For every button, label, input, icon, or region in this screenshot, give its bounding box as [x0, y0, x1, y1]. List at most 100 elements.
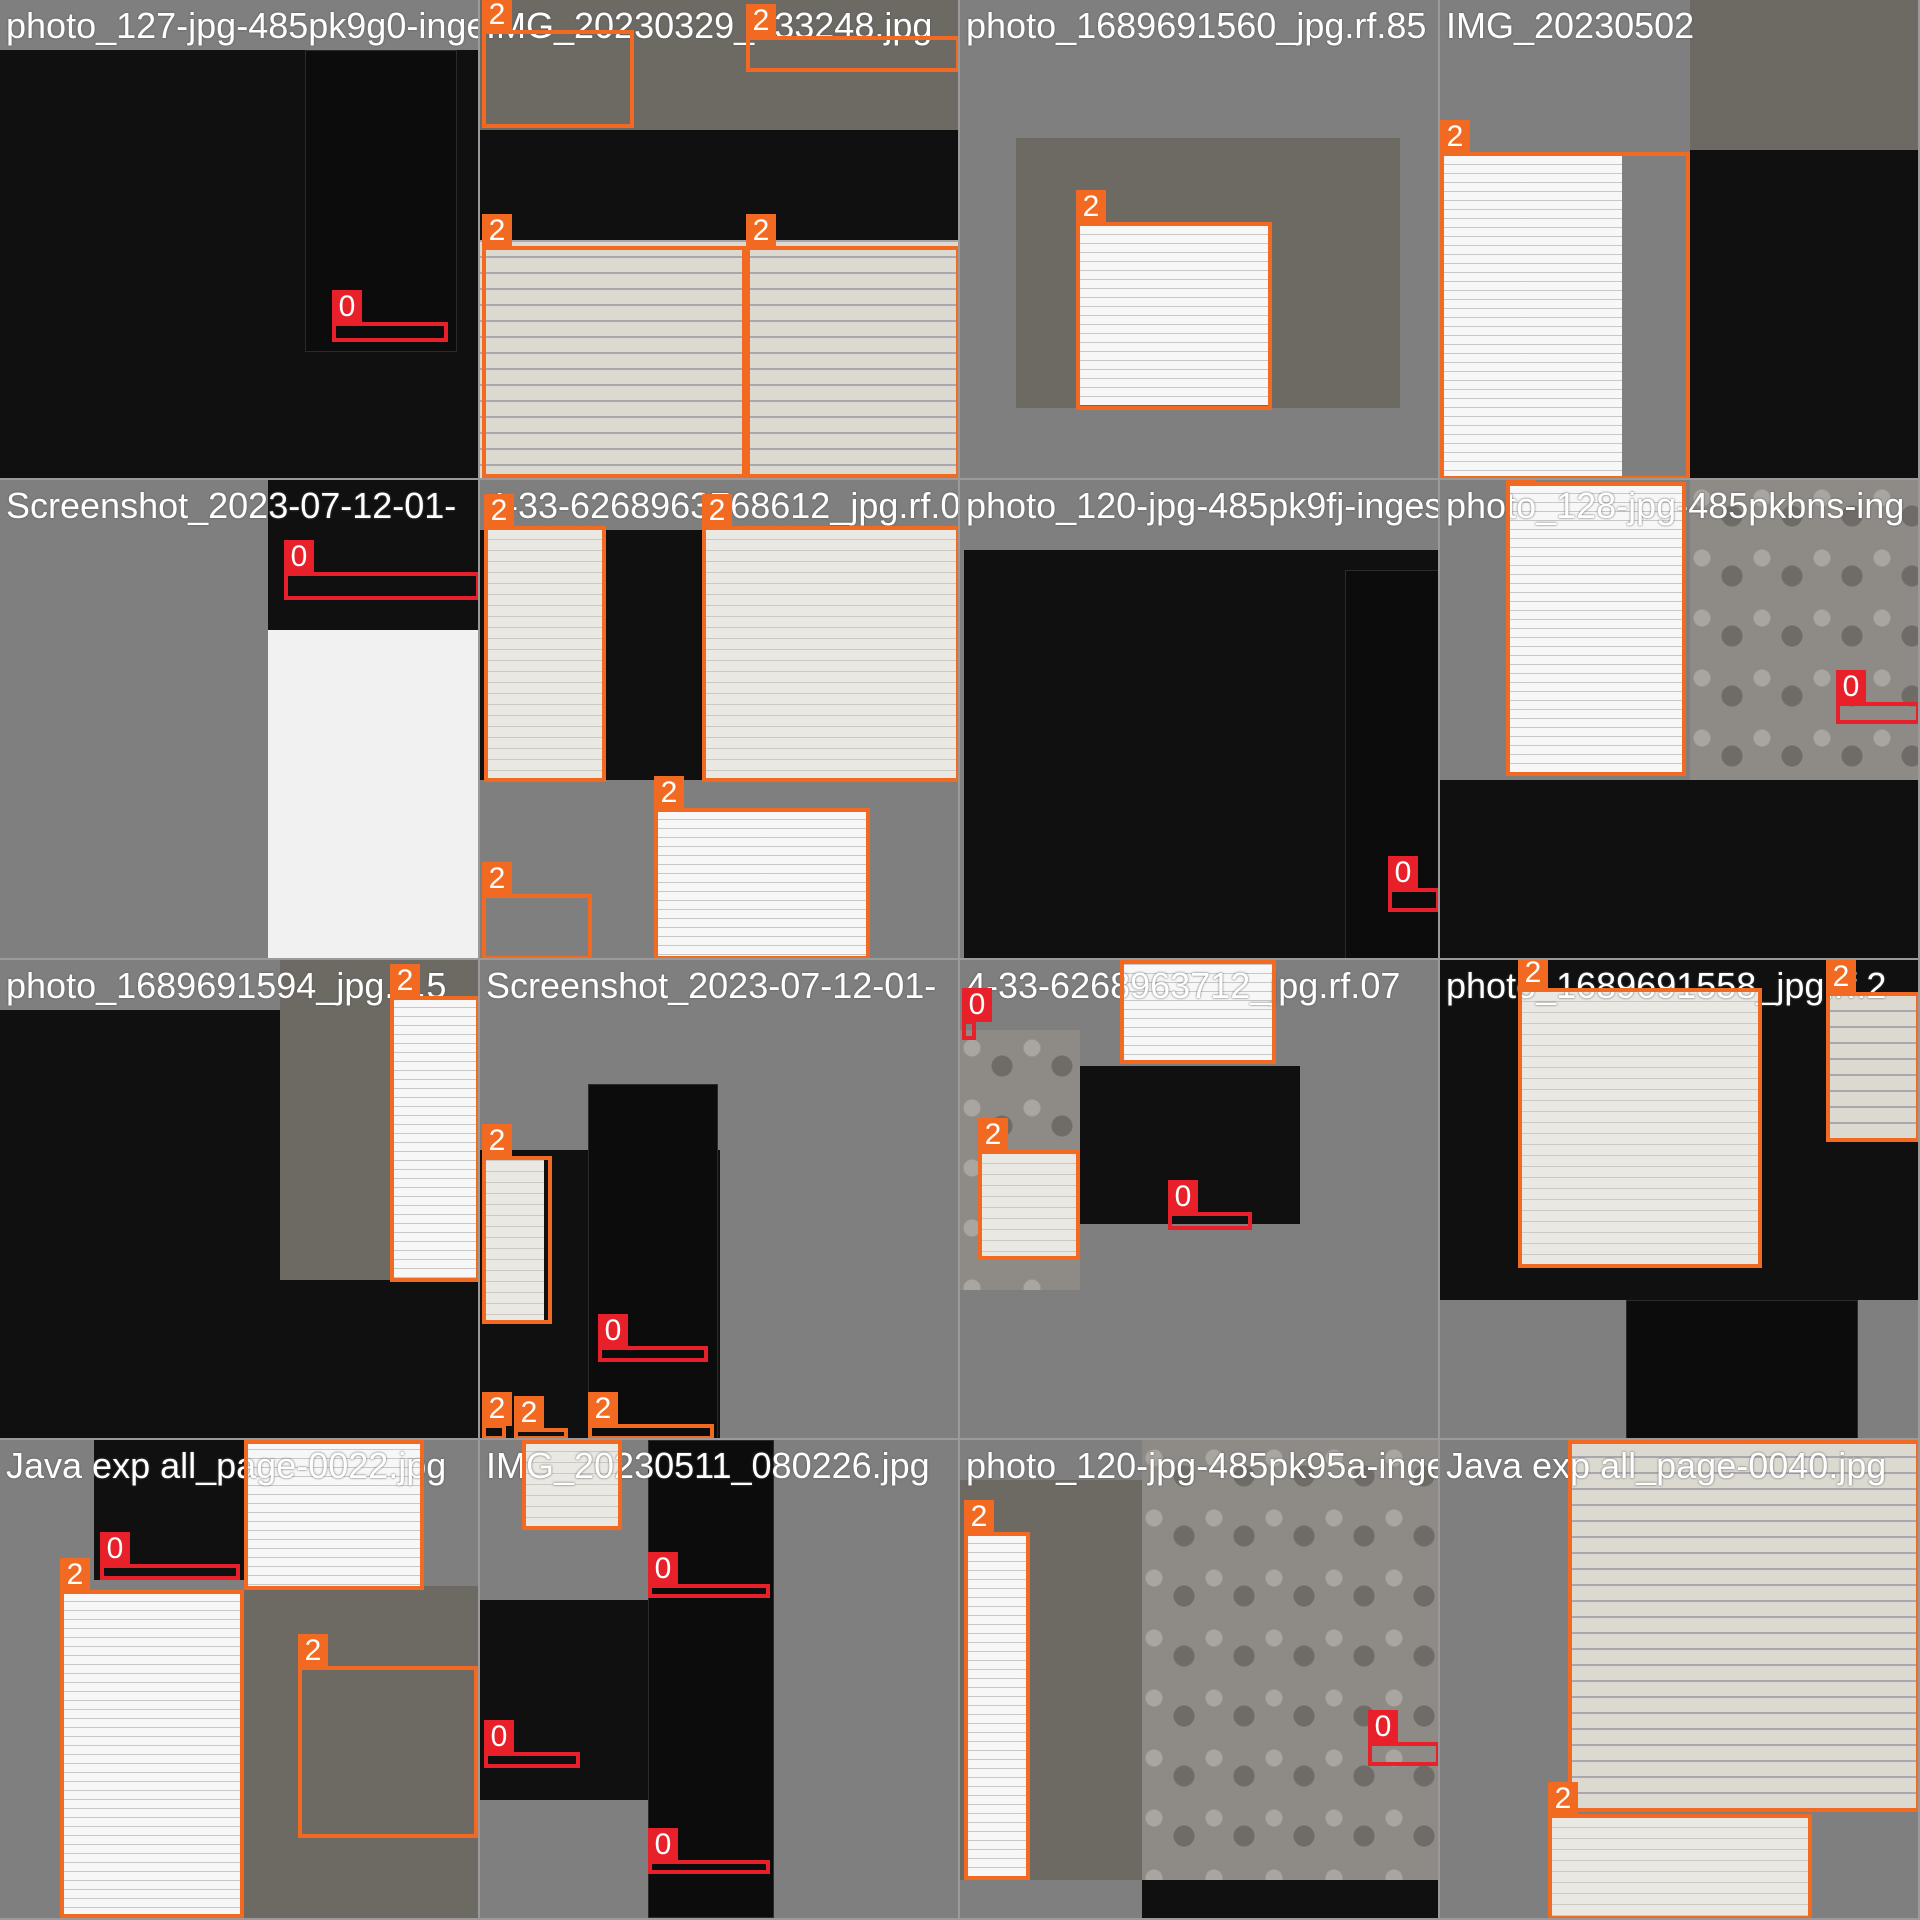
bbox: 2 — [298, 1634, 478, 1838]
bbox: 2 — [1518, 960, 1762, 1268]
bbox: 2 — [1506, 480, 1686, 776]
mosaic-tile: IMG_20230502 2 — [1440, 0, 1920, 480]
bbox: 2 — [244, 1440, 424, 1590]
bbox-label: 0 — [1168, 1180, 1198, 1214]
phone-screen — [305, 50, 457, 352]
photo-region — [480, 130, 958, 240]
bbox-label: 0 — [1368, 1710, 1398, 1744]
photo-region — [268, 630, 478, 958]
bbox-label: 0 — [962, 988, 992, 1022]
photo-region — [0, 1280, 478, 1438]
photo-region — [480, 1600, 648, 1800]
bbox: 2 — [702, 494, 958, 782]
tile-title: photo_120-jpg-485pk9fj-ingest — [966, 485, 1440, 526]
mosaic-tile: photo_120-jpg-485pk95a-ingestion 2 0 — [960, 1440, 1440, 1920]
bbox-label: 2 — [1568, 1440, 1598, 1442]
bbox: 2 — [482, 1124, 552, 1324]
bbox-label: 2 — [1506, 480, 1536, 484]
mosaic-tile: photo_1689691558_jpg.rf.2 2 2 — [1440, 960, 1920, 1440]
bbox: 0 — [1168, 1180, 1252, 1230]
bbox-label: 2 — [482, 1392, 512, 1426]
mosaic-tile: IMG_20230329_133248.jpg 2 2 2 2 — [480, 0, 960, 480]
bbox-label: 2 — [1548, 1782, 1578, 1816]
bbox: 2 — [484, 494, 606, 782]
bbox-label: 2 — [60, 1558, 90, 1592]
bbox: 2 — [746, 4, 958, 72]
bbox: 2 — [1548, 1782, 1812, 1918]
bbox: 0 — [648, 1552, 770, 1598]
bbox: 2 — [978, 1118, 1080, 1260]
mosaic-tile: Screenshot_2023-07-12-01- 2 0 2 2 2 — [480, 960, 960, 1440]
mosaic-tile: photo_1689691594_jpg.rf.5 2 — [0, 960, 480, 1440]
tile-title: IMG_20230502 — [1446, 5, 1695, 46]
mosaic-tile: photo_1689691560_jpg.rf.85 2 — [960, 0, 1440, 480]
bbox: 2 — [390, 964, 478, 1282]
tile-title: photo_1689691594_jpg.rf.5 — [6, 965, 447, 1006]
bbox-label: 2 — [964, 1500, 994, 1534]
bbox: 2 — [588, 1392, 714, 1438]
bbox-label: 2 — [482, 1124, 512, 1158]
bbox: 0 — [484, 1720, 580, 1768]
bbox: 2 — [1076, 190, 1272, 410]
bbox-label: 2 — [1826, 960, 1856, 994]
bbox: 2 — [964, 1500, 1030, 1880]
bbox-label: 2 — [244, 1440, 274, 1442]
bbox-label: 0 — [598, 1314, 628, 1348]
mosaic-tile: Screenshot_2023-07-12-01- 0 — [0, 480, 480, 960]
photo-region — [1440, 780, 1918, 958]
bbox-label: 2 — [978, 1118, 1008, 1152]
bbox-label: 0 — [1836, 670, 1866, 704]
mosaic-tile: IMG_20230511_080226.jpg 2 0 0 0 — [480, 1440, 960, 1920]
tile-title: Screenshot_2023-07-12-01- — [6, 485, 457, 526]
photo-region — [1142, 1880, 1438, 1918]
bbox-label: 2 — [522, 1440, 552, 1442]
bbox-label: 2 — [702, 494, 732, 528]
mosaic-tile: 4-33-6268963712_jpg.rf.07 0 2 2 0 — [960, 960, 1440, 1440]
bbox: 2 — [1826, 960, 1918, 1142]
bbox: 0 — [648, 1828, 770, 1874]
bbox: 2 — [522, 1440, 622, 1530]
phone-screen — [1626, 1300, 1858, 1438]
phone-screen — [588, 1084, 718, 1438]
photo-region — [1142, 1440, 1438, 1880]
bbox: 2 — [746, 214, 958, 478]
mosaic-tile: photo_128-jpg-485pkbns-ing 2 0 — [1440, 480, 1920, 960]
bbox: 2 — [514, 1396, 568, 1438]
mosaic-tile: photo_127-jpg-485pk9g0-ingestion-7240329… — [0, 0, 480, 480]
bbox: 0 — [962, 988, 992, 1040]
bbox: 2 — [482, 862, 592, 958]
bbox: 2 — [482, 1392, 512, 1438]
bbox-label: 0 — [332, 290, 362, 324]
bbox-label: 0 — [648, 1828, 678, 1862]
bbox-label: 2 — [1440, 120, 1470, 154]
bbox: 2 — [482, 0, 634, 128]
tile-title: Screenshot_2023-07-12-01- — [486, 965, 937, 1006]
photo-region — [1690, 0, 1918, 150]
bbox-label: 0 — [284, 540, 314, 574]
tile-title: photo_127-jpg-485pk9g0-ingestion-7240329… — [6, 5, 478, 46]
mosaic-tile: 4-33-6268963768612_jpg.rf.05 2 2 2 2 — [480, 480, 960, 960]
bbox: 0 — [1836, 670, 1918, 724]
mosaic-grid: photo_127-jpg-485pk9g0-ingestion-7240329… — [0, 0, 1920, 1920]
bbox: 0 — [1388, 856, 1438, 912]
bbox-label: 2 — [1076, 190, 1106, 224]
mosaic-tile: Java exp all_page-0040.jpg 2 2 — [1440, 1440, 1920, 1920]
photo-region — [1690, 150, 1918, 478]
bbox: 2 — [1120, 960, 1276, 1064]
bbox: 2 — [1568, 1440, 1918, 1812]
bbox-label: 0 — [648, 1552, 678, 1586]
bbox-label: 0 — [100, 1532, 130, 1566]
bbox-label: 2 — [1120, 960, 1150, 962]
tile-title: photo_1689691560_jpg.rf.85 — [966, 5, 1427, 46]
bbox-label: 2 — [514, 1396, 544, 1430]
mosaic-tile: Java exp all_page-0022.jpg 2 0 2 2 — [0, 1440, 480, 1920]
bbox-label: 2 — [482, 214, 512, 248]
bbox: 2 — [1440, 120, 1690, 478]
bbox: 2 — [60, 1558, 244, 1918]
bbox-label: 2 — [746, 4, 776, 38]
bbox-label: 2 — [746, 214, 776, 248]
bbox-label: 2 — [298, 1634, 328, 1668]
mosaic-tile: photo_120-jpg-485pk9fj-ingest 0 — [960, 480, 1440, 960]
bbox: 0 — [1368, 1710, 1438, 1766]
bbox-label: 2 — [588, 1392, 618, 1426]
